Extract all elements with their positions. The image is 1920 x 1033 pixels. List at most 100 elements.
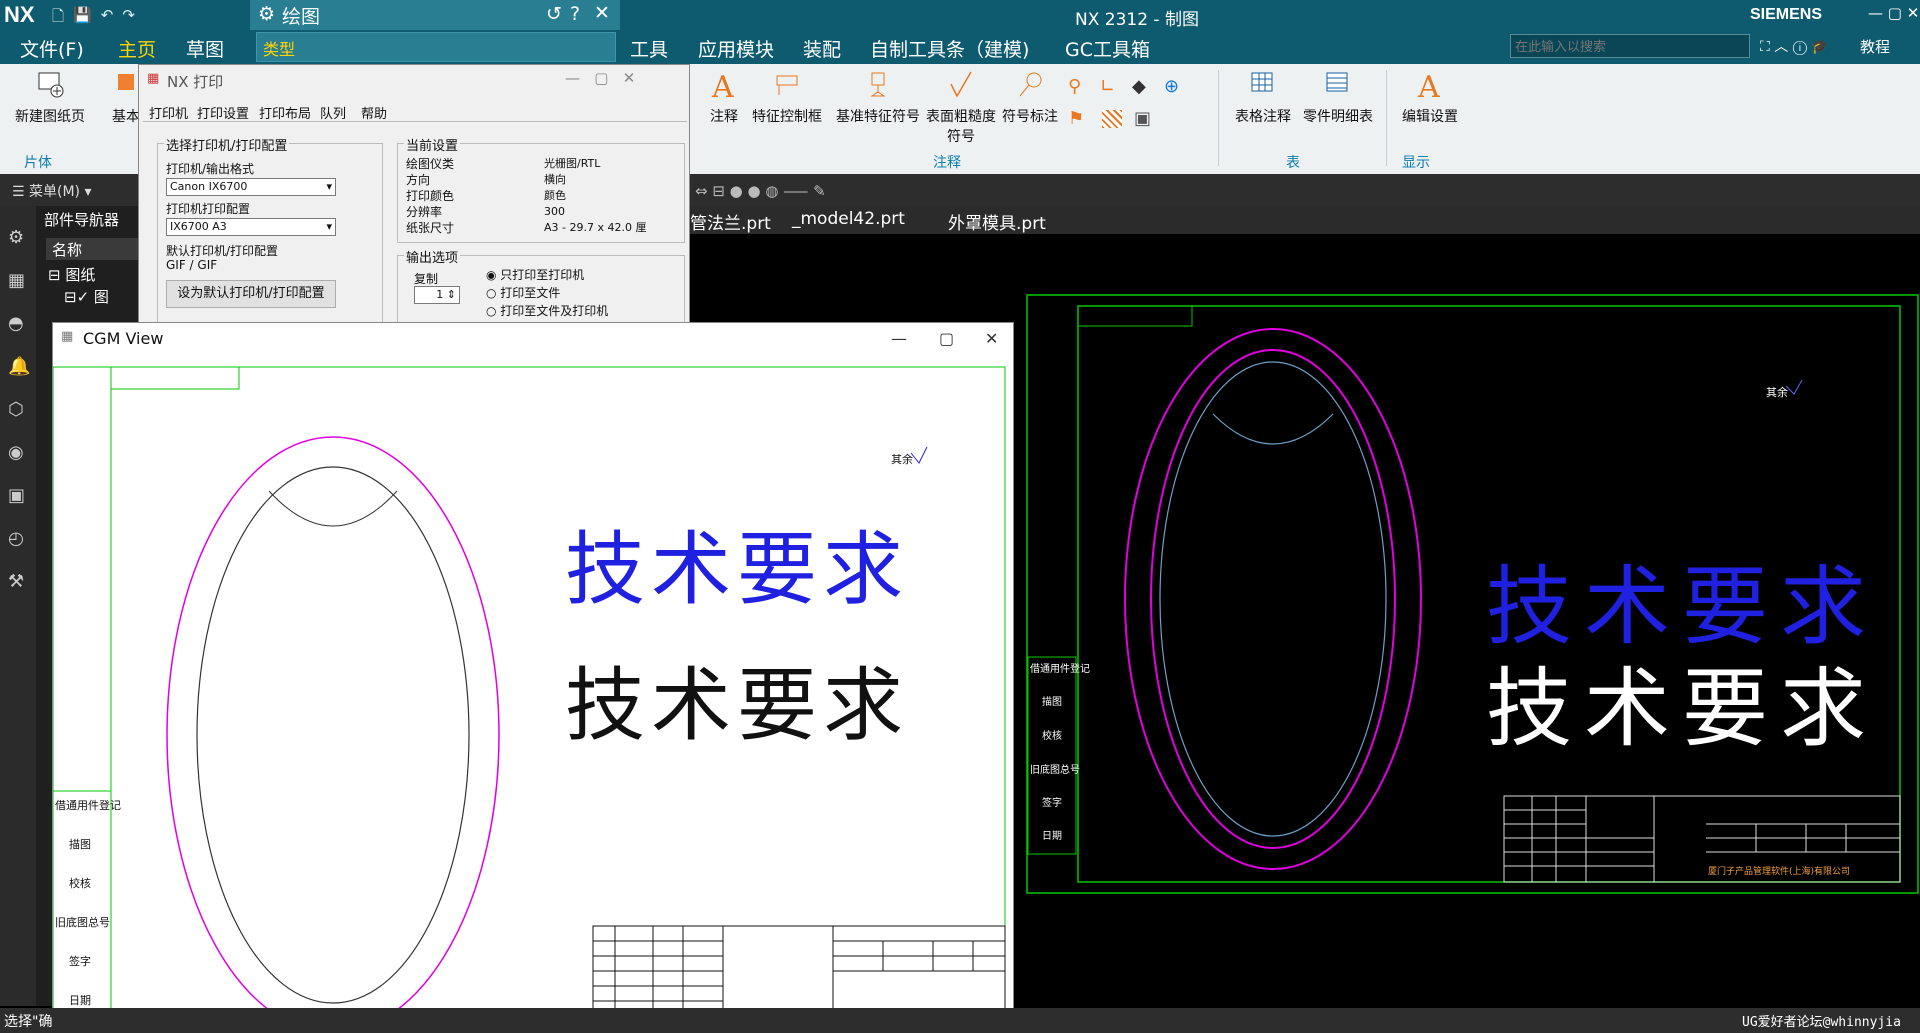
setting-value: 光栅图/RTL [544,157,601,170]
tech-req-white: 技术要求 [1486,659,1878,759]
close-icon[interactable]: ✕ [985,329,998,348]
setting-key: 纸张尺寸 [406,221,455,235]
printer-value: Canon IX6700 [170,180,248,193]
svg-text:A: A [711,70,734,100]
status-prompt: 选择"确 [4,1014,53,1030]
current-settings-group: 当前设置 绘图仪类 方向 打印颜色 分辨率 纸张尺寸 光栅图/RTL 横向 颜色… [397,135,685,243]
chevron-down-icon: ▾ [326,180,332,193]
target-icon[interactable]: ⊕ [1164,76,1179,97]
undo-icon[interactable]: ↶ [101,6,114,31]
image-icon[interactable]: ▣ [1134,108,1151,129]
resource-icons[interactable]: ⚙ ▦ ◓ 🔔 ⬡ ◉ ▣ ◴ ⚒ [8,216,30,603]
tree-item-sheet[interactable]: ⊟✓ 图 [64,286,109,307]
cgm-part-arc [268,490,398,527]
dialog-type-section[interactable]: 类型 [256,32,616,62]
surface-finish-button[interactable]: 表面粗糙度符号 [926,70,996,146]
menu-button[interactable]: ☰ 菜单(M) ▾ [12,181,92,201]
group-display-label: 显示 [1402,155,1430,171]
title-corner-box [1077,305,1193,327]
close-icon[interactable]: ✕ [594,2,610,24]
radio-label: 打印至文件 [500,286,561,300]
flag-icon[interactable]: ⚑ [1068,108,1084,129]
surface-finish-icon [950,71,972,98]
side-stamp: 借通用件登记 描图 校核 旧底图总号 签字 日期 [1027,656,1090,855]
group-annotation-label: 注释 [933,155,961,171]
note-button[interactable]: A 注释 [704,70,744,126]
parts-list-button[interactable]: 零件明细表 [1298,70,1378,126]
tab-file[interactable]: 外罩模具.prt [948,209,1046,234]
feature-control-frame-button[interactable]: 特征控制框 [744,70,830,126]
redo-icon[interactable]: ↷ [122,6,135,31]
dialog-window-controls[interactable]: — ▢ ✕ [565,69,635,87]
radio-to-file-and-printer[interactable]: ○ 打印至文件及打印机 [486,302,608,320]
stamp-label: 校核 [69,876,91,890]
menu-assembly[interactable]: 装配 [803,35,841,62]
menu-home[interactable]: 主页 [118,35,157,67]
feature-frame-icon [776,75,798,95]
stamp-label: 签字 [1042,796,1062,809]
radio-to-file[interactable]: ○ 打印至文件 [486,284,608,302]
printer-select[interactable]: Canon IX6700 ▾ [166,178,336,196]
help-icon[interactable]: ? [570,3,580,25]
search-input[interactable] [1510,34,1750,58]
tab-print-settings[interactable]: 打印设置 [197,103,249,122]
datum-symbol-button[interactable]: 基准特征符号 [830,70,926,126]
printer-label: 打印机/输出格式 [166,162,255,176]
save-icon[interactable]: 💾 [73,6,92,31]
watermark: UG爱好者论坛@whinnyjia [1742,1015,1901,1030]
navigator-title: 部件导航器 [44,211,120,229]
tab-help[interactable]: 帮助 [361,103,387,122]
menu-sketch[interactable]: 草图 [186,35,224,62]
column-header[interactable]: 名称 [46,238,146,260]
menu-gc-toolbox[interactable]: GC工具箱 [1065,35,1150,62]
title-block: 厦门子产品管理软件(上海)有限公司 [1503,795,1901,883]
setting-value: 横向 [544,173,566,186]
stamp-label: 旧底图总号 [1030,763,1080,776]
edit-settings-icon: A [1417,70,1440,100]
view-toolbar-icons[interactable]: ⇔ ⊟ ● ● ◍ ⸺ ✎ [695,180,826,201]
group-sheet-label: 片体 [24,155,52,171]
window-options-icons[interactable]: ⛶ ︿ ⓘ 🎓 [1760,36,1829,56]
fill-icon[interactable]: ◆ [1132,76,1146,97]
menu-file[interactable]: 文件(F) [20,35,84,62]
minimize-icon[interactable]: — [891,329,907,348]
menu-apps[interactable]: 应用模块 [698,35,774,62]
stamp-label: 签字 [69,954,91,968]
current-values: 光栅图/RTL 横向 颜色 300 A3 - 29.7 x 42.0 厘 [544,156,646,236]
tutorial-link[interactable]: 教程 [1860,36,1890,57]
tab-print-layout[interactable]: 打印布局 [259,103,311,122]
new-sheet-button[interactable]: 新建图纸页 [8,70,92,126]
radio-print-only[interactable]: ◉ 只打印至打印机 [486,266,608,284]
table-note-button[interactable]: 表格注释 [1228,70,1298,126]
nx-print-dialog: ▦ NX 打印 — ▢ ✕ 打印机 打印设置 打印布局 队列 帮助 选择打印机/… [138,64,690,332]
group-select-label: 选择打印机/打印配置 [164,135,290,154]
group-output-label: 输出选项 [404,247,461,266]
parts-list-label: 零件明细表 [1303,109,1373,125]
reset-icon[interactable]: ↺ [546,3,562,25]
window-controls[interactable]: — ▢ ✕ [1868,4,1919,22]
name-column-label: 名称 [52,241,83,259]
config-select[interactable]: IX6700 A3 ▾ [166,218,336,236]
hatch-icon[interactable] [1102,110,1122,128]
search-icon[interactable]: ⚲ [1068,76,1081,97]
angle-icon[interactable]: ∟ [1100,76,1115,97]
maximize-icon[interactable]: ▢ [939,329,954,348]
menu-tools[interactable]: 工具 [630,35,668,62]
symbol-label-button[interactable]: 符号标注 [998,70,1062,126]
tree-item-sheets[interactable]: ⊟ 图纸 [48,264,95,285]
menu-custom-toolbar[interactable]: 自制工具条（建模) [870,35,1029,62]
stamp-label: 描图 [1042,695,1062,708]
tab-underline [143,121,687,122]
new-icon[interactable]: 🗋 [52,6,64,31]
config-value: IX6700 A3 [170,220,227,233]
edit-settings-button[interactable]: A 编辑设置 [1394,70,1466,126]
tab-file[interactable]: _model42.prt [792,209,905,229]
stamp-label: 借通用件登记 [55,798,121,812]
set-default-button[interactable]: 设为默认打印机/打印配置 [166,280,336,308]
tab-file[interactable]: 管法兰.prt [690,209,771,234]
cgm-inner-ellipse [196,466,470,1004]
tab-queue[interactable]: 队列 [320,103,346,122]
copies-stepper[interactable]: 1 ⇕ [414,286,460,304]
output-radio-group: ◉ 只打印至打印机 ○ 打印至文件 ○ 打印至文件及打印机 [486,266,608,320]
tab-printer[interactable]: 打印机 [149,103,188,122]
